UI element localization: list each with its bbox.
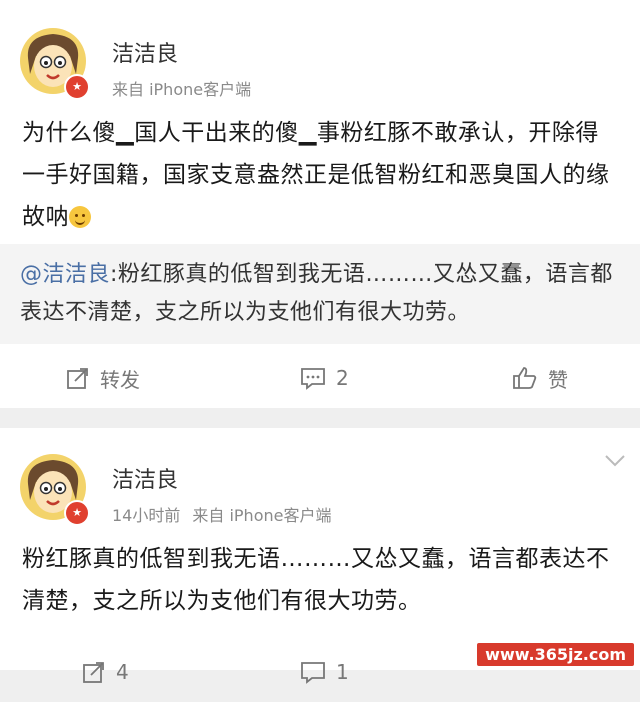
verified-badge-icon: ★ <box>64 74 90 100</box>
comment-count: 1 <box>336 660 349 684</box>
smile-emoji-icon <box>69 206 91 228</box>
weibo-original-card: ★ 洁洁良 14小时前 来自 iPhone客户端 粉红豚真的低智到我无语………又怂… <box>0 428 640 684</box>
post-text: 粉红豚真的低智到我无语………又怂又蠢，语言都表达不清楚，支之所以为支他们有很大功… <box>22 546 610 614</box>
post-source: 来自 iPhone客户端 <box>112 80 252 99</box>
post-body: 粉红豚真的低智到我无语………又怂又蠢，语言都表达不清楚，支之所以为支他们有很大功… <box>22 538 622 622</box>
weibo-repost-card: ★ 洁洁良 来自 iPhone客户端 为什么傻▁国人干出来的傻▁事粉红豚不敢承认… <box>0 0 640 408</box>
quoted-post[interactable]: @洁洁良:粉红豚真的低智到我无语………又怂又蠢，语言都表达不清楚，支之所以为支他… <box>0 244 640 344</box>
quoted-text-block: @洁洁良:粉红豚真的低智到我无语………又怂又蠢，语言都表达不清楚，支之所以为支他… <box>20 256 625 332</box>
repost-button[interactable]: 4 <box>82 642 129 702</box>
watermark: www.365jz.com <box>477 643 634 666</box>
author-name[interactable]: 洁洁良 <box>112 462 178 494</box>
repost-icon <box>83 662 104 683</box>
verified-badge-icon: ★ <box>64 500 90 526</box>
comment-icon <box>301 368 325 390</box>
comment-count: 2 <box>336 366 349 390</box>
repost-icon <box>67 368 88 389</box>
comment-button[interactable]: 1 <box>300 642 349 702</box>
like-button[interactable]: 赞 <box>512 348 568 408</box>
post-source: 来自 iPhone客户端 <box>192 506 332 525</box>
post-body: 为什么傻▁国人干出来的傻▁事粉红豚不敢承认，开除得一手好国籍，国家支意盎然正是低… <box>22 112 622 238</box>
author-name[interactable]: 洁洁良 <box>112 36 178 68</box>
comment-icon <box>301 662 325 684</box>
repost-label: 转发 <box>100 367 140 392</box>
like-label: 赞 <box>548 367 568 392</box>
post-text: 为什么傻▁国人干出来的傻▁事粉红豚不敢承认，开除得一手好国籍，国家支意盎然正是低… <box>22 120 610 230</box>
post-meta: 14小时前 来自 iPhone客户端 <box>112 502 331 526</box>
comment-button[interactable]: 2 <box>300 348 349 408</box>
post-time: 14小时前 <box>112 506 181 525</box>
thumbs-up-icon <box>513 367 537 389</box>
repost-button[interactable]: 转发 <box>66 348 140 408</box>
action-bar: 转发 2 赞 <box>0 348 640 408</box>
mention-link[interactable]: @洁洁良 <box>20 262 110 287</box>
repost-count: 4 <box>116 660 129 684</box>
chevron-down-icon[interactable] <box>604 454 626 468</box>
